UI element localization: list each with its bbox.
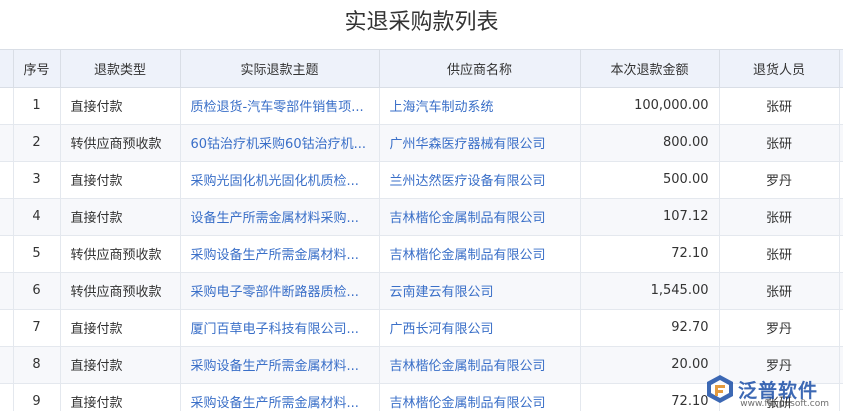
row-gutter xyxy=(0,87,14,125)
row-gutter xyxy=(0,124,14,162)
cell-refund-type: 直接付款 xyxy=(60,198,181,236)
refund-table: 序号 退款类型 实际退款主题 供应商名称 本次退款金额 退货人员 1 直接付款 质检… xyxy=(0,50,843,411)
cell-refund-amount: 72.10 xyxy=(580,235,720,273)
row-gutter xyxy=(0,272,14,310)
cell-supplier-link[interactable]: 云南建云有限公司 xyxy=(379,272,581,310)
row-gutter-right xyxy=(839,87,843,125)
row-gutter xyxy=(0,161,14,199)
cell-index: 1 xyxy=(13,87,61,125)
header-index[interactable]: 序号 xyxy=(13,50,61,88)
cell-refund-amount: 20.00 xyxy=(580,346,720,384)
table-row[interactable]: 1 直接付款 质检退货-汽车零部件销售项... 上海汽车制动系统 100,000.00 张… xyxy=(0,87,843,125)
row-gutter-right xyxy=(839,309,843,347)
watermark-url: www.fanpusoft.com xyxy=(740,399,829,409)
cell-return-person: 张研 xyxy=(719,235,840,273)
row-gutter xyxy=(0,309,14,347)
cell-return-person: 张研 xyxy=(719,198,840,236)
refund-list-grid: 序号 退款类型 实际退款主题 供应商名称 本次退款金额 退货人员 1 直接付款 质检… xyxy=(0,49,843,411)
cell-index: 7 xyxy=(13,309,61,347)
fanpu-logo-icon xyxy=(707,375,733,403)
page-title: 实退采购款列表 xyxy=(344,10,499,35)
table-row[interactable]: 3 直接付款 采购光固化机光固化机质检... 兰州达然医疗设备有限公司 500.00 罗丹 xyxy=(0,161,843,199)
row-gutter-right xyxy=(839,124,843,162)
cell-return-person: 张研 xyxy=(719,272,840,310)
cell-supplier-link[interactable]: 吉林楷伦金属制品有限公司 xyxy=(379,346,581,384)
cell-refund-subject-link[interactable]: 设备生产所需金属材料采购... xyxy=(180,198,380,236)
row-gutter xyxy=(0,383,14,411)
row-gutter xyxy=(0,346,14,384)
cell-refund-amount: 92.70 xyxy=(580,309,720,347)
cell-supplier-link[interactable]: 广州华森医疗器械有限公司 xyxy=(379,124,581,162)
cell-refund-subject-link[interactable]: 质检退货-汽车零部件销售项... xyxy=(180,87,380,125)
cell-supplier-link[interactable]: 上海汽车制动系统 xyxy=(379,87,581,125)
cell-refund-type: 直接付款 xyxy=(60,383,181,411)
table-row[interactable]: 2 转供应商预收款 60钴治疗机采购60钴治疗机... 广州华森医疗器械有限公司 800… xyxy=(0,124,843,162)
row-gutter-right xyxy=(839,198,843,236)
header-return-person[interactable]: 退货人员 xyxy=(719,50,840,88)
cell-refund-subject-link[interactable]: 采购设备生产所需金属材料... xyxy=(180,346,380,384)
cell-refund-amount: 107.12 xyxy=(580,198,720,236)
table-row[interactable]: 6 转供应商预收款 采购电子零部件断路器质检... 云南建云有限公司 1,545.00 张… xyxy=(0,272,843,310)
table-row[interactable]: 5 转供应商预收款 采购设备生产所需金属材料... 吉林楷伦金属制品有限公司 72.10… xyxy=(0,235,843,273)
cell-refund-type: 转供应商预收款 xyxy=(60,272,181,310)
header-refund-amount[interactable]: 本次退款金额 xyxy=(580,50,720,88)
table-row[interactable]: 7 直接付款 厦门百草电子科技有限公司... 广西长河有限公司 92.70 罗丹 xyxy=(0,309,843,347)
cell-refund-subject-link[interactable]: 采购电子零部件断路器质检... xyxy=(180,272,380,310)
cell-supplier-link[interactable]: 广西长河有限公司 xyxy=(379,309,581,347)
header-gutter-right xyxy=(839,50,843,88)
row-gutter-right xyxy=(839,161,843,199)
table-row[interactable]: 4 直接付款 设备生产所需金属材料采购... 吉林楷伦金属制品有限公司 107.12 张研 xyxy=(0,198,843,236)
cell-supplier-link[interactable]: 吉林楷伦金属制品有限公司 xyxy=(379,198,581,236)
cell-refund-type: 转供应商预收款 xyxy=(60,124,181,162)
watermark: 泛普软件 www.fanpusoft.com xyxy=(705,369,835,409)
row-gutter-right xyxy=(839,383,843,411)
table-header-row: 序号 退款类型 实际退款主题 供应商名称 本次退款金额 退货人员 xyxy=(0,50,843,88)
cell-refund-amount: 800.00 xyxy=(580,124,720,162)
cell-index: 5 xyxy=(13,235,61,273)
cell-return-person: 张研 xyxy=(719,124,840,162)
cell-index: 9 xyxy=(13,383,61,411)
cell-refund-amount: 72.10 xyxy=(580,383,720,411)
cell-refund-amount: 100,000.00 xyxy=(580,87,720,125)
cell-supplier-link[interactable]: 兰州达然医疗设备有限公司 xyxy=(379,161,581,199)
row-gutter xyxy=(0,235,14,273)
cell-refund-type: 直接付款 xyxy=(60,346,181,384)
cell-refund-subject-link[interactable]: 采购设备生产所需金属材料... xyxy=(180,383,380,411)
cell-refund-amount: 500.00 xyxy=(580,161,720,199)
cell-return-person: 罗丹 xyxy=(719,309,840,347)
cell-supplier-link[interactable]: 吉林楷伦金属制品有限公司 xyxy=(379,383,581,411)
cell-refund-type: 直接付款 xyxy=(60,161,181,199)
cell-refund-type: 转供应商预收款 xyxy=(60,235,181,273)
cell-index: 4 xyxy=(13,198,61,236)
cell-refund-amount: 1,545.00 xyxy=(580,272,720,310)
row-gutter-right xyxy=(839,346,843,384)
header-refund-type[interactable]: 退款类型 xyxy=(60,50,181,88)
header-refund-subject[interactable]: 实际退款主题 xyxy=(180,50,380,88)
header-gutter xyxy=(0,50,14,88)
cell-index: 6 xyxy=(13,272,61,310)
cell-refund-type: 直接付款 xyxy=(60,87,181,125)
cell-index: 2 xyxy=(13,124,61,162)
cell-supplier-link[interactable]: 吉林楷伦金属制品有限公司 xyxy=(379,235,581,273)
cell-return-person: 罗丹 xyxy=(719,161,840,199)
cell-refund-subject-link[interactable]: 采购设备生产所需金属材料... xyxy=(180,235,380,273)
cell-refund-subject-link[interactable]: 采购光固化机光固化机质检... xyxy=(180,161,380,199)
cell-refund-type: 直接付款 xyxy=(60,309,181,347)
row-gutter-right xyxy=(839,235,843,273)
cell-index: 3 xyxy=(13,161,61,199)
row-gutter-right xyxy=(839,272,843,310)
row-gutter xyxy=(0,198,14,236)
header-supplier-name[interactable]: 供应商名称 xyxy=(379,50,581,88)
cell-return-person: 张研 xyxy=(719,87,840,125)
cell-refund-subject-link[interactable]: 厦门百草电子科技有限公司... xyxy=(180,309,380,347)
cell-index: 8 xyxy=(13,346,61,384)
cell-refund-subject-link[interactable]: 60钴治疗机采购60钴治疗机... xyxy=(180,124,380,162)
